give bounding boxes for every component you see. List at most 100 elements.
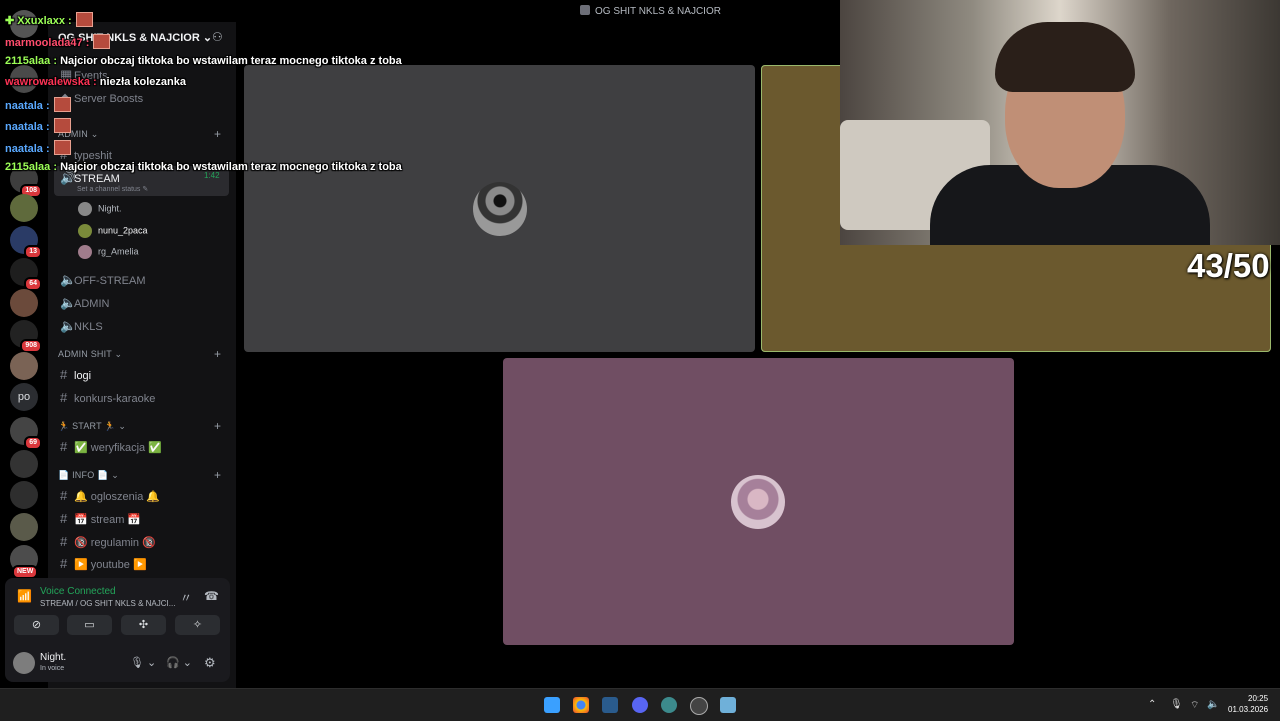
chat-message: 2115alaa : Najcior obczaj tiktoka bo wst… bbox=[5, 55, 402, 67]
settings-gear-icon[interactable]: ⚙ bbox=[204, 655, 216, 671]
app-icon bbox=[580, 5, 590, 15]
chat-text: Najcior obczaj tiktoka bo wstawilam tera… bbox=[60, 161, 402, 173]
category-admin-shit[interactable]: ADMIN SHIT ⌄ bbox=[58, 349, 122, 360]
server-icon[interactable] bbox=[10, 289, 38, 317]
discord-icon[interactable] bbox=[632, 697, 648, 713]
channel-nkls[interactable]: 🔈NKLS bbox=[60, 318, 103, 334]
chat-text: niezła kolezanka bbox=[99, 76, 186, 88]
server-icon[interactable]: 64 bbox=[10, 258, 42, 291]
hash-icon: # bbox=[60, 511, 68, 526]
channel-ogloszenia[interactable]: # 🔔 ogloszenia 🔔 bbox=[60, 488, 160, 503]
voice-member[interactable]: Night. bbox=[78, 202, 122, 216]
channel-logi[interactable]: # logi bbox=[60, 367, 91, 382]
chat-username: wawrowalewska : bbox=[5, 76, 97, 88]
hash-icon: # bbox=[60, 488, 68, 503]
activities-button[interactable]: ✣ bbox=[121, 615, 166, 635]
channel-konkurs[interactable]: # konkurs-karaoke bbox=[60, 390, 155, 405]
mic-tray-icon[interactable]: 🎙 bbox=[1170, 699, 1183, 710]
disconnect-icon[interactable]: ☎ bbox=[204, 589, 219, 603]
chat-emote-icon bbox=[53, 140, 71, 155]
voice-channel[interactable]: STREAM / OG SHIT NKLS & NAJCI... bbox=[40, 599, 175, 608]
chat-emote-icon bbox=[53, 118, 71, 133]
chat-message: 2115alaa : Najcior obczaj tiktoka bo wst… bbox=[5, 161, 402, 173]
steam-icon[interactable] bbox=[602, 697, 618, 713]
server-icon[interactable]: 69 bbox=[10, 417, 42, 450]
chat-username: naatala : bbox=[5, 143, 50, 155]
server-icon[interactable]: 908 bbox=[10, 320, 42, 353]
avatar bbox=[78, 245, 92, 259]
volume-icon[interactable]: 🔈 bbox=[1207, 699, 1219, 710]
hash-icon: # bbox=[60, 367, 68, 382]
window-title: OG SHIT NKLS & NAJCIOR bbox=[580, 5, 721, 17]
add-channel-icon[interactable]: + bbox=[214, 347, 221, 361]
channel-regulamin[interactable]: # 🔞 regulamin 🔞 bbox=[60, 534, 156, 549]
channel-status[interactable]: Set a channel status ✎ bbox=[77, 185, 148, 193]
mic-icon[interactable]: 🎙 ⌄ bbox=[130, 656, 156, 669]
noise-suppression-icon[interactable]: 〃 bbox=[180, 589, 192, 606]
hash-icon: # bbox=[60, 439, 68, 454]
server-icon[interactable]: 13 bbox=[10, 226, 42, 259]
channel-weryfikacja[interactable]: # ✅ weryfikacja ✅ bbox=[60, 439, 162, 454]
camera-button[interactable]: ⊘ bbox=[14, 615, 59, 635]
voice-member[interactable]: nunu_2paca bbox=[78, 224, 148, 238]
soundboard-button[interactable]: ✧ bbox=[175, 615, 220, 635]
voice-member[interactable]: rg_Amelia bbox=[78, 245, 139, 259]
streamer-hair bbox=[995, 22, 1135, 92]
chat-message: naatala : bbox=[5, 140, 71, 155]
user-avatar[interactable] bbox=[13, 652, 35, 674]
category-start[interactable]: 🏃 START 🏃 ⌄ bbox=[58, 421, 126, 432]
channel-off-stream[interactable]: 🔈OFF-STREAM bbox=[60, 272, 146, 288]
signal-icon[interactable]: 📶 bbox=[17, 589, 32, 603]
chat-emote-icon bbox=[53, 97, 71, 112]
boosts-item[interactable]: ◆Server Boosts bbox=[60, 90, 143, 106]
server-icon[interactable] bbox=[10, 513, 38, 541]
app-icon[interactable] bbox=[661, 697, 677, 713]
clock-date[interactable]: 01.03.2026 bbox=[1228, 705, 1268, 714]
chat-username: naatala : bbox=[5, 121, 50, 133]
channel-admin[interactable]: 🔈ADMIN bbox=[60, 295, 109, 311]
headphones-icon[interactable]: 🎧 ⌄ bbox=[166, 656, 192, 669]
server-icon[interactable] bbox=[10, 481, 38, 509]
add-channel-icon[interactable]: + bbox=[214, 468, 221, 482]
chat-message: marmoolada47 : bbox=[5, 34, 111, 49]
speaker-icon: 🔈 bbox=[60, 318, 77, 333]
hash-icon: # bbox=[60, 556, 68, 571]
obs-icon[interactable] bbox=[690, 697, 708, 715]
server-icon-po[interactable]: po bbox=[10, 383, 38, 411]
server-icon[interactable] bbox=[10, 194, 38, 222]
clock-time[interactable]: 20:25 bbox=[1248, 694, 1268, 703]
channel-youtube[interactable]: # ▶️ youtube ▶️ bbox=[60, 556, 147, 571]
tray-chevron-icon[interactable]: ⌃ bbox=[1148, 699, 1156, 710]
chat-username: 2115alaa : bbox=[5, 55, 57, 67]
user-status: In voice bbox=[40, 665, 65, 672]
chat-username: 2115alaa : bbox=[5, 161, 57, 173]
avatar bbox=[78, 224, 92, 238]
add-channel-icon[interactable]: + bbox=[214, 127, 221, 141]
category-info[interactable]: 📄 INFO 📄 ⌄ bbox=[58, 470, 119, 481]
chrome-icon[interactable] bbox=[573, 697, 589, 713]
avatar bbox=[78, 202, 92, 216]
server-icon[interactable] bbox=[10, 450, 38, 478]
server-icon[interactable] bbox=[10, 352, 38, 380]
chat-emote-icon bbox=[93, 34, 111, 49]
wifi-icon[interactable]: ⌔ bbox=[1190, 699, 1199, 712]
chat-username: marmoolada47 : bbox=[5, 37, 90, 49]
participant-avatar bbox=[731, 475, 785, 529]
server-badge: 908 bbox=[20, 339, 42, 353]
notepad-icon[interactable] bbox=[720, 697, 736, 713]
speaker-icon: 🔈 bbox=[60, 272, 77, 287]
windows-start-icon[interactable] bbox=[544, 697, 560, 713]
hash-icon: # bbox=[60, 390, 68, 405]
server-icon[interactable]: NEW bbox=[10, 545, 39, 579]
server-badge: 69 bbox=[24, 436, 42, 450]
new-badge: NEW bbox=[12, 565, 39, 579]
user-name[interactable]: Night. bbox=[40, 652, 66, 663]
webcam-overlay bbox=[840, 0, 1280, 245]
invite-icon[interactable]: ⚇ bbox=[212, 30, 223, 44]
chat-message: naatala : bbox=[5, 97, 71, 112]
voice-status[interactable]: Voice Connected bbox=[40, 586, 116, 597]
chat-emote-icon bbox=[75, 12, 93, 27]
channel-stream-text[interactable]: # 📅 stream 📅 bbox=[60, 511, 141, 526]
screenshare-button[interactable]: ▭ bbox=[67, 615, 112, 635]
add-channel-icon[interactable]: + bbox=[214, 419, 221, 433]
